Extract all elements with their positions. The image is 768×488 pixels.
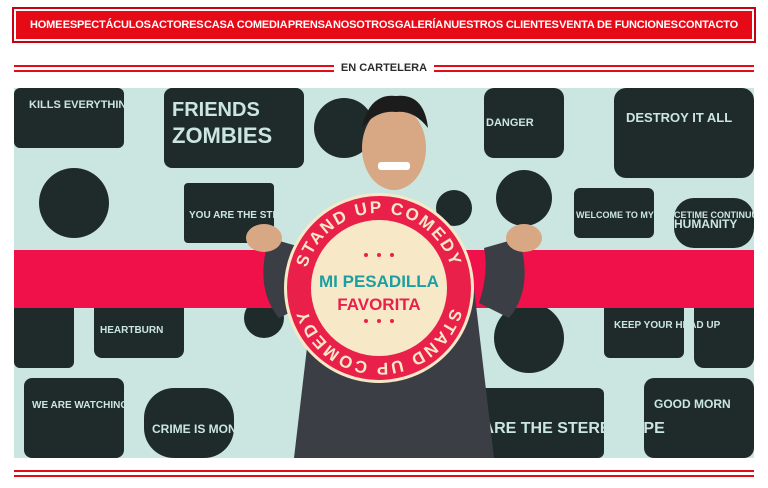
svg-text:ZOMBIES: ZOMBIES — [172, 123, 272, 148]
show-title-line2: FAVORITA — [337, 295, 420, 314]
nav-item-actores[interactable]: ACTORES — [151, 19, 203, 31]
section-title: EN CARTELERA — [334, 61, 434, 75]
nav-menu: HOME ESPECTÁCULOS ACTORES CASA COMEDIA P… — [14, 9, 754, 41]
nav-item-prensa[interactable]: PRENSA — [288, 19, 333, 31]
svg-text:YOU ARE THE STEREOTYPE: YOU ARE THE STEREOTYPE — [189, 210, 327, 221]
nav-item-galeria[interactable]: GALERÍA — [395, 19, 443, 31]
nav-item-nuestros-clientes[interactable]: NUESTROS CLIENTES — [443, 19, 558, 31]
main-navigation: HOME ESPECTÁCULOS ACTORES CASA COMEDIA P… — [12, 7, 756, 43]
svg-text:KILLS EVERYTHING: KILLS EVERYTHING — [29, 99, 135, 111]
show-seal: STAND UP COMEDY STAND UP COMEDY MI PESAD… — [284, 193, 474, 383]
svg-text:FRIENDS: FRIENDS — [172, 99, 260, 121]
show-title-line1: MI PESADILLA — [319, 272, 439, 291]
banner-artwork: KILLS EVERYTHING FRIENDS ZOMBIES DANGER … — [14, 88, 754, 458]
nav-item-contacto[interactable]: CONTACTO — [678, 19, 738, 31]
footer-divider — [14, 470, 754, 477]
featured-show-banner[interactable]: KILLS EVERYTHING FRIENDS ZOMBIES DANGER … — [14, 88, 754, 458]
svg-text:CRIME IS MONEY: CRIME IS MONEY — [152, 422, 253, 436]
svg-text:HUMANITY: HUMANITY — [674, 217, 737, 231]
svg-text:GOOD MORN: GOOD MORN — [654, 397, 731, 411]
nav-item-espectaculos[interactable]: ESPECTÁCULOS — [63, 19, 151, 31]
svg-text:HEARTBURN: HEARTBURN — [100, 325, 163, 336]
svg-text:WE ARE WATCHING: WE ARE WATCHING — [32, 400, 128, 411]
nav-item-casa-comedia[interactable]: CASA COMEDIA — [204, 19, 288, 31]
svg-text:DANGER: DANGER — [486, 117, 534, 129]
svg-text:DESTROY IT ALL: DESTROY IT ALL — [626, 110, 732, 125]
nav-item-venta-de-funciones[interactable]: VENTA DE FUNCIONES — [559, 19, 678, 31]
nav-item-home[interactable]: HOME — [30, 19, 62, 31]
svg-text:KEEP YOUR HEAD UP: KEEP YOUR HEAD UP — [614, 320, 721, 331]
nav-item-nosotros[interactable]: NOSOTROS — [333, 19, 395, 31]
